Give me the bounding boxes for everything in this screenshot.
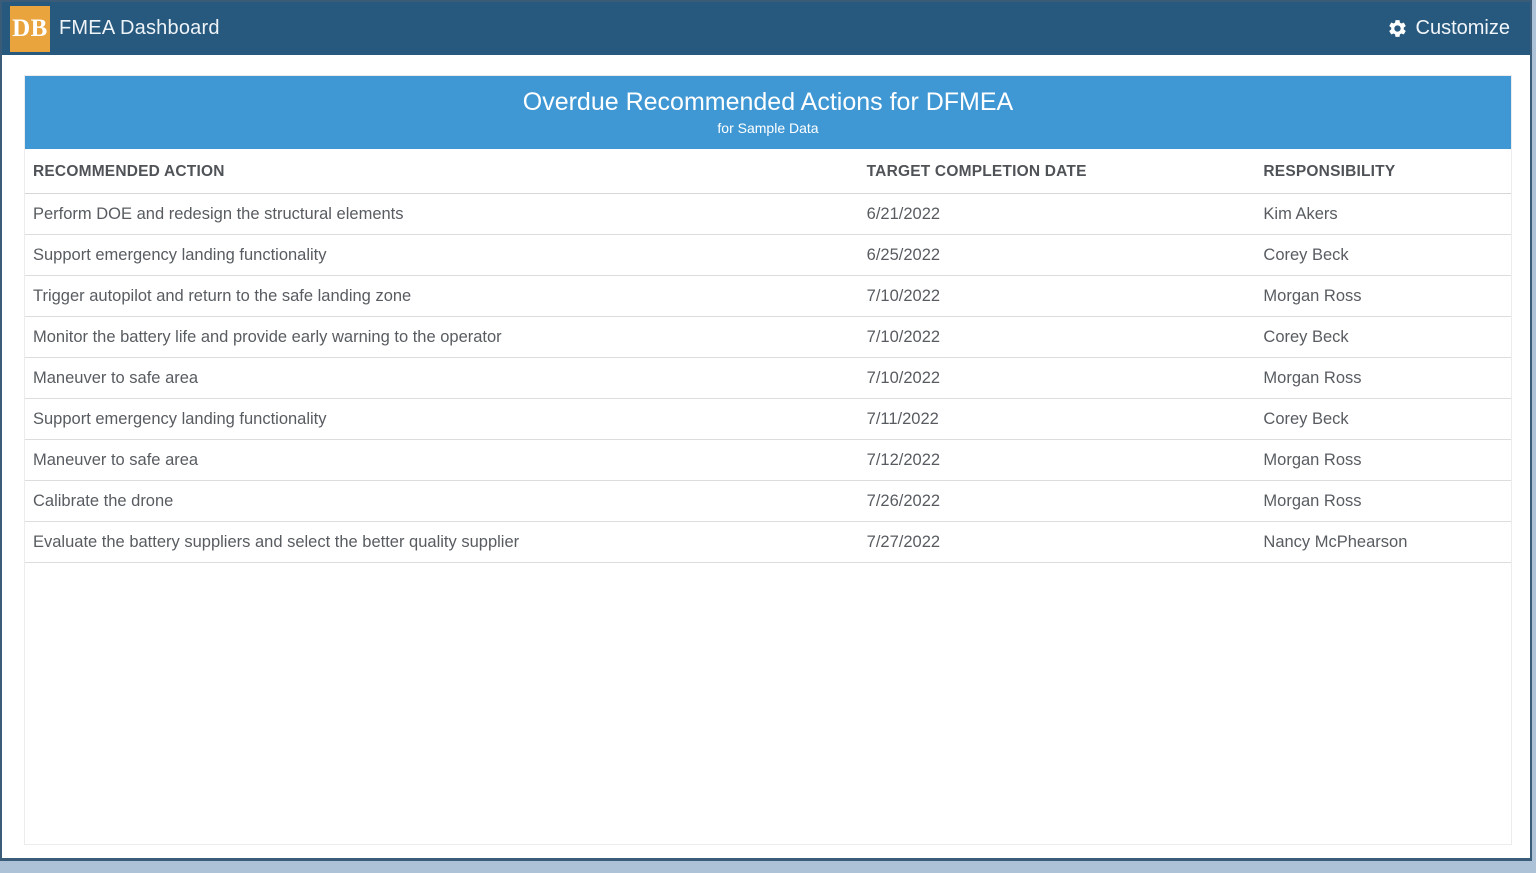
action-cell: Support emergency landing functionality: [25, 399, 859, 440]
action-cell: Evaluate the battery suppliers and selec…: [25, 522, 859, 563]
table-row: Monitor the battery life and provide ear…: [25, 317, 1511, 358]
date-cell: 7/10/2022: [859, 317, 1256, 358]
column-header-target-completion-date: TARGET COMPLETION DATE: [859, 149, 1256, 194]
action-cell: Perform DOE and redesign the structural …: [25, 194, 859, 235]
date-cell: 7/10/2022: [859, 276, 1256, 317]
responsibility-cell: Morgan Ross: [1255, 276, 1511, 317]
responsibility-cell: Kim Akers: [1255, 194, 1511, 235]
date-cell: 7/26/2022: [859, 481, 1256, 522]
app-window: DB FMEA Dashboard Customize Overdue Reco…: [0, 0, 1532, 861]
customize-button[interactable]: Customize: [1387, 17, 1510, 40]
table-row: Perform DOE and redesign the structural …: [25, 194, 1511, 235]
table-row: Support emergency landing functionality …: [25, 399, 1511, 440]
report-banner: Overdue Recommended Actions for DFMEA fo…: [25, 76, 1511, 149]
date-cell: 7/27/2022: [859, 522, 1256, 563]
table-row: Maneuver to safe area 7/10/2022 Morgan R…: [25, 358, 1511, 399]
date-cell: 7/11/2022: [859, 399, 1256, 440]
responsibility-cell: Corey Beck: [1255, 399, 1511, 440]
db-logo: DB: [10, 6, 50, 52]
table-row: Trigger autopilot and return to the safe…: [25, 276, 1511, 317]
responsibility-cell: Morgan Ross: [1255, 481, 1511, 522]
report-title: Overdue Recommended Actions for DFMEA: [25, 87, 1511, 117]
action-cell: Maneuver to safe area: [25, 358, 859, 399]
responsibility-cell: Corey Beck: [1255, 317, 1511, 358]
action-cell: Support emergency landing functionality: [25, 235, 859, 276]
actions-table: RECOMMENDED ACTION TARGET COMPLETION DAT…: [25, 149, 1511, 563]
responsibility-cell: Nancy McPhearson: [1255, 522, 1511, 563]
report-subtitle: for Sample Data: [25, 117, 1511, 139]
table-row: Evaluate the battery suppliers and selec…: [25, 522, 1511, 563]
action-cell: Trigger autopilot and return to the safe…: [25, 276, 859, 317]
gear-icon: [1387, 18, 1408, 39]
column-header-recommended-action: RECOMMENDED ACTION: [25, 149, 859, 194]
table-row: Maneuver to safe area 7/12/2022 Morgan R…: [25, 440, 1511, 481]
app-title: FMEA Dashboard: [59, 17, 220, 40]
navbar-brand: DB FMEA Dashboard: [10, 6, 220, 52]
action-cell: Calibrate the drone: [25, 481, 859, 522]
responsibility-cell: Morgan Ross: [1255, 440, 1511, 481]
table-header-row: RECOMMENDED ACTION TARGET COMPLETION DAT…: [25, 149, 1511, 194]
table-row: Calibrate the drone 7/26/2022 Morgan Ros…: [25, 481, 1511, 522]
table-row: Support emergency landing functionality …: [25, 235, 1511, 276]
customize-label: Customize: [1416, 17, 1510, 40]
action-cell: Monitor the battery life and provide ear…: [25, 317, 859, 358]
top-navbar: DB FMEA Dashboard Customize: [2, 2, 1530, 55]
date-cell: 7/10/2022: [859, 358, 1256, 399]
action-cell: Maneuver to safe area: [25, 440, 859, 481]
date-cell: 6/21/2022: [859, 194, 1256, 235]
date-cell: 6/25/2022: [859, 235, 1256, 276]
report-card: Overdue Recommended Actions for DFMEA fo…: [24, 75, 1512, 845]
responsibility-cell: Corey Beck: [1255, 235, 1511, 276]
responsibility-cell: Morgan Ross: [1255, 358, 1511, 399]
date-cell: 7/12/2022: [859, 440, 1256, 481]
column-header-responsibility: RESPONSIBILITY: [1255, 149, 1511, 194]
